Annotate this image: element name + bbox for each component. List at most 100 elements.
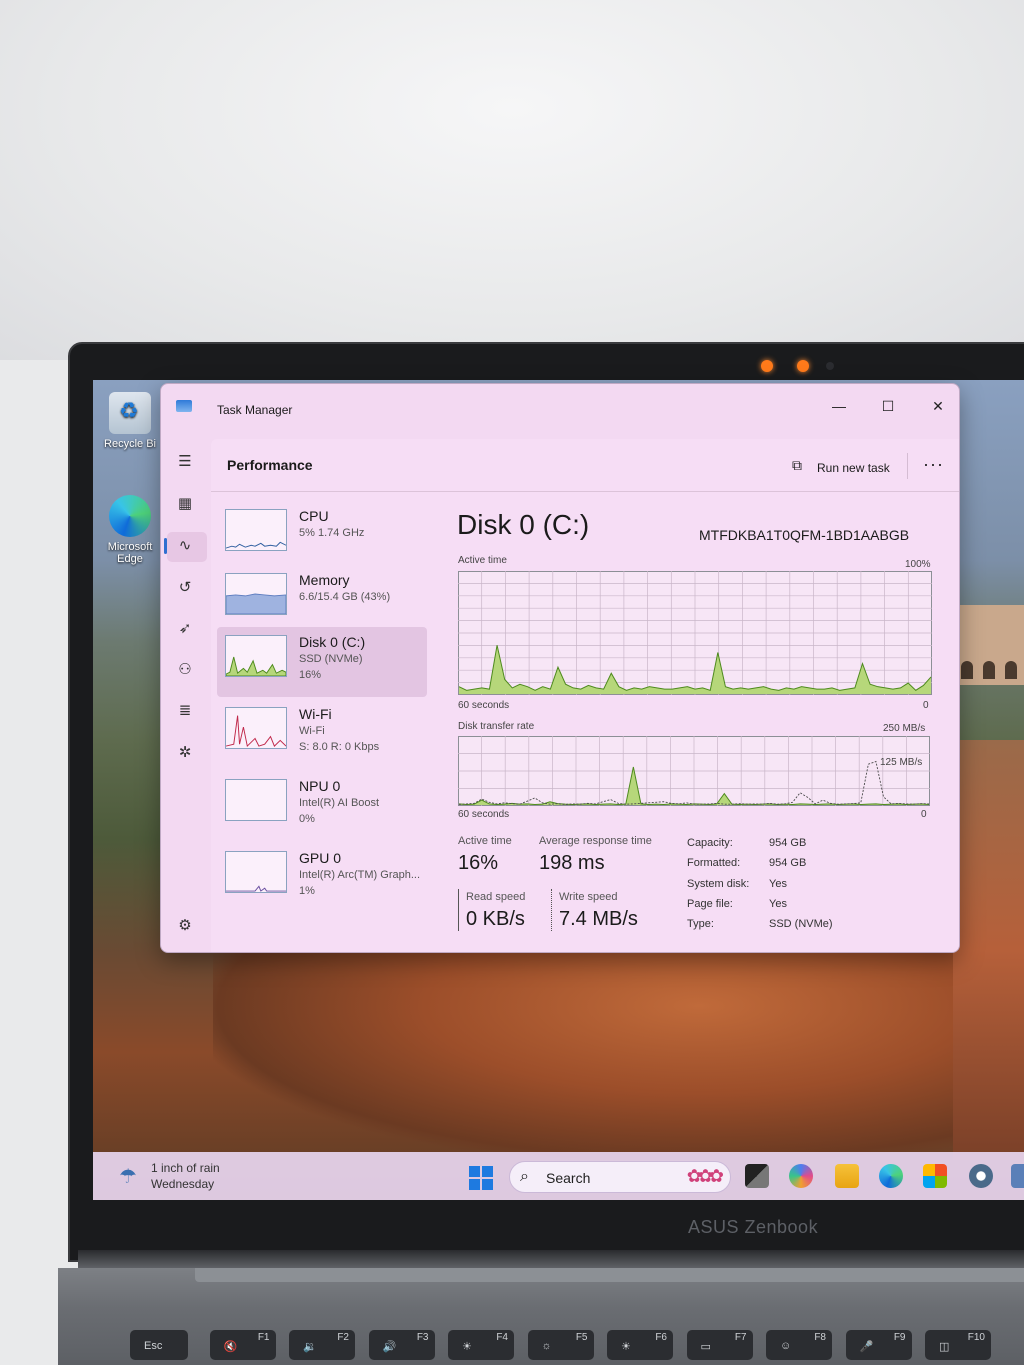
copilot-icon[interactable] [789, 1164, 813, 1188]
device-usage: 1% [299, 885, 315, 897]
task-view-icon[interactable] [745, 1164, 769, 1188]
start-button-windows-icon[interactable] [469, 1166, 493, 1190]
key-f10[interactable]: F10 ◫ [925, 1330, 991, 1360]
device-item-memory[interactable]: Memory 6.6/15.4 GB (43%) [217, 565, 427, 635]
search-icon: ⌕ [520, 1168, 529, 1185]
tulips-icon: ✿✿✿ [686, 1166, 724, 1186]
key-label: Esc [144, 1340, 163, 1352]
key-function-icon: ☀ [462, 1341, 472, 1353]
key-f8[interactable]: F8 ☺ [766, 1330, 832, 1360]
window-title: Task Manager [217, 403, 293, 417]
device-item-wifi[interactable]: Wi-Fi Wi-Fi S: 8.0 R: 0 Kbps [217, 699, 427, 769]
services-puzzle-icon[interactable]: ✲ [173, 741, 197, 765]
stat-active-time-value: 16% [458, 852, 499, 874]
task-manager-taskbar-icon[interactable] [1011, 1164, 1024, 1188]
device-detail: Wi-Fi [299, 725, 325, 737]
stat-read-value: 0 KB/s [466, 908, 525, 930]
camera-indicator-icon [761, 360, 773, 372]
desktop-icon-label: Recycle Bi [104, 438, 156, 450]
file-explorer-icon[interactable] [835, 1164, 859, 1188]
device-name: Wi-Fi [299, 706, 332, 722]
settings-gear-icon[interactable] [969, 1164, 993, 1188]
device-item-disk0[interactable]: Disk 0 (C:) SSD (NVMe) 16% [217, 627, 427, 697]
transfer-rate-max: 250 MB/s [883, 723, 926, 734]
prop-formatted-key: Formatted: [687, 857, 741, 869]
key-label: F3 [416, 1332, 429, 1343]
users-icon[interactable]: ⚇ [173, 658, 197, 682]
key-f3[interactable]: F3 🔊 [368, 1330, 435, 1360]
maximize-button[interactable]: ☐ [868, 392, 908, 420]
more-options-icon[interactable]: ··· [923, 454, 944, 475]
key-function-icon: 🔊 [382, 1341, 397, 1353]
key-label: F6 [655, 1332, 667, 1343]
taskbar-search-box[interactable]: ⌕ Search ✿✿✿ [509, 1161, 731, 1193]
processes-icon[interactable]: ▦ [173, 492, 197, 516]
camera-lens-icon [826, 362, 834, 370]
key-esc[interactable]: Esc [130, 1330, 188, 1360]
device-name: GPU 0 [299, 850, 342, 866]
key-function-icon: ☺ [780, 1340, 792, 1352]
key-label: F4 [496, 1332, 508, 1343]
transfer-rate-span: 60 seconds [458, 809, 510, 820]
store-icon[interactable] [923, 1164, 947, 1188]
prop-system-disk-key: System disk: [687, 878, 750, 890]
wifi-thumbnail-graph [225, 707, 287, 749]
camera-indicator-icon [797, 360, 809, 372]
device-item-npu0[interactable]: NPU 0 Intel(R) AI Boost 0% [217, 771, 427, 841]
key-f4[interactable]: F4 ☀ [448, 1330, 514, 1360]
device-detail: SSD (NVMe) [299, 653, 363, 665]
wallpaper-cliff [953, 740, 1024, 1160]
run-task-icon[interactable]: ⧉ [792, 457, 802, 474]
prop-formatted-value: 954 GB [769, 857, 807, 869]
device-detail: 5% 1.74 GHz [299, 527, 365, 539]
key-f1[interactable]: F1 🔇 [209, 1330, 276, 1360]
disk-model: MTFDKBA1T0QFM-1BD1AABGB [699, 527, 910, 543]
edge-browser-icon [109, 495, 151, 537]
minimize-button[interactable]: — [819, 392, 859, 420]
device-item-gpu0[interactable]: GPU 0 Intel(R) Arc(TM) Graph... 1% [217, 843, 427, 913]
header-divider [907, 453, 908, 479]
desktop-icon-recycle-bin[interactable]: Recycle Bi [99, 392, 161, 450]
key-f6[interactable]: F6 ☀ [607, 1330, 673, 1360]
active-time-chart [458, 571, 932, 695]
key-f7[interactable]: F7 ▭ [686, 1330, 753, 1360]
prop-capacity-value: 954 GB [769, 837, 807, 849]
close-button[interactable]: ✕ [918, 392, 958, 420]
gpu-thumbnail-graph [225, 851, 287, 893]
weather-day: Wednesday [151, 1177, 215, 1191]
run-new-task-button[interactable]: Run new task [817, 461, 890, 475]
read-divider [458, 889, 459, 931]
rain-umbrella-icon[interactable]: ☂ [119, 1164, 137, 1189]
write-divider [551, 889, 552, 931]
desktop-icon-edge[interactable]: Microsoft Edge [99, 495, 161, 565]
app-history-icon[interactable]: ↺ [173, 576, 197, 600]
stat-avg-response-label: Average response time [539, 835, 652, 847]
key-function-icon: 🔉 [303, 1341, 317, 1353]
key-f2[interactable]: F2 🔉 [289, 1330, 355, 1360]
hamburger-menu-icon[interactable]: ☰ [173, 450, 197, 474]
key-f5[interactable]: F5 ☼ [527, 1330, 594, 1360]
prop-type-key: Type: [687, 918, 714, 930]
active-time-span: 60 seconds [458, 700, 510, 711]
key-function-icon: ☼ [541, 1340, 552, 1352]
settings-icon[interactable]: ⚙ [173, 914, 197, 938]
weather-widget[interactable]: 1 inch of rain Wednesday [151, 1160, 220, 1192]
key-label: F8 [814, 1332, 826, 1343]
device-name: CPU [299, 508, 329, 524]
stat-write-value: 7.4 MB/s [559, 908, 638, 930]
key-label: F7 [734, 1332, 747, 1343]
disk-title: Disk 0 (C:) [457, 509, 590, 540]
startup-apps-icon[interactable]: ➶ [173, 617, 197, 641]
key-f9[interactable]: F9 🎤 [845, 1330, 912, 1360]
edge-taskbar-icon[interactable] [879, 1164, 903, 1188]
transfer-rate-min: 0 [921, 809, 927, 820]
memory-thumbnail-graph [225, 573, 287, 615]
details-list-icon[interactable]: ≣ [173, 699, 197, 723]
device-detail: Intel(R) Arc(TM) Graph... [299, 869, 421, 881]
device-item-cpu[interactable]: CPU 5% 1.74 GHz [217, 501, 427, 571]
performance-icon[interactable]: ∿ [173, 534, 197, 558]
device-name: Disk 0 (C:) [299, 634, 366, 650]
prop-page-file-value: Yes [769, 898, 787, 910]
prop-page-file-key: Page file: [687, 898, 733, 910]
task-manager-window: Task Manager — ☐ ✕ ☰ ▦ ∿ ↺ ➶ ⚇ ≣ ✲ ⚙ Per… [160, 383, 960, 953]
